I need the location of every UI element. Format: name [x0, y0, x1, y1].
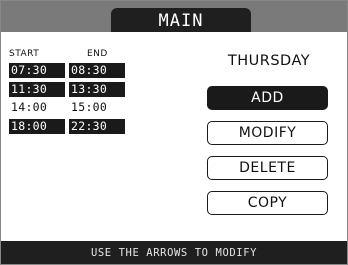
start-time-cell[interactable]: 11:30 — [9, 82, 65, 97]
page-title: MAIN — [111, 8, 251, 32]
end-time-cell[interactable]: 08:30 — [69, 63, 125, 78]
end-time-cell[interactable]: 13:30 — [69, 82, 125, 97]
end-time-cell[interactable]: 15:00 — [69, 100, 125, 115]
delete-button[interactable]: DELETE — [207, 156, 328, 180]
end-time-cell[interactable]: 22:30 — [69, 119, 125, 134]
copy-button[interactable]: COPY — [207, 191, 328, 215]
top-bar: MAIN — [1, 1, 347, 32]
start-time-cell[interactable]: 14:00 — [9, 100, 65, 115]
thermostat-screen: MAIN START END 07:30 08:30 11:30 13:30 1… — [0, 0, 348, 265]
start-column-header: START — [9, 49, 40, 59]
start-time-cell[interactable]: 18:00 — [9, 119, 65, 134]
hint-bar: USE THE ARROWS TO MODIFY — [1, 241, 347, 264]
day-label: THURSDAY — [227, 53, 311, 69]
add-button[interactable]: ADD — [207, 86, 328, 110]
modify-button[interactable]: MODIFY — [207, 121, 328, 145]
start-time-cell[interactable]: 07:30 — [9, 63, 65, 78]
end-column-header: END — [87, 49, 108, 59]
